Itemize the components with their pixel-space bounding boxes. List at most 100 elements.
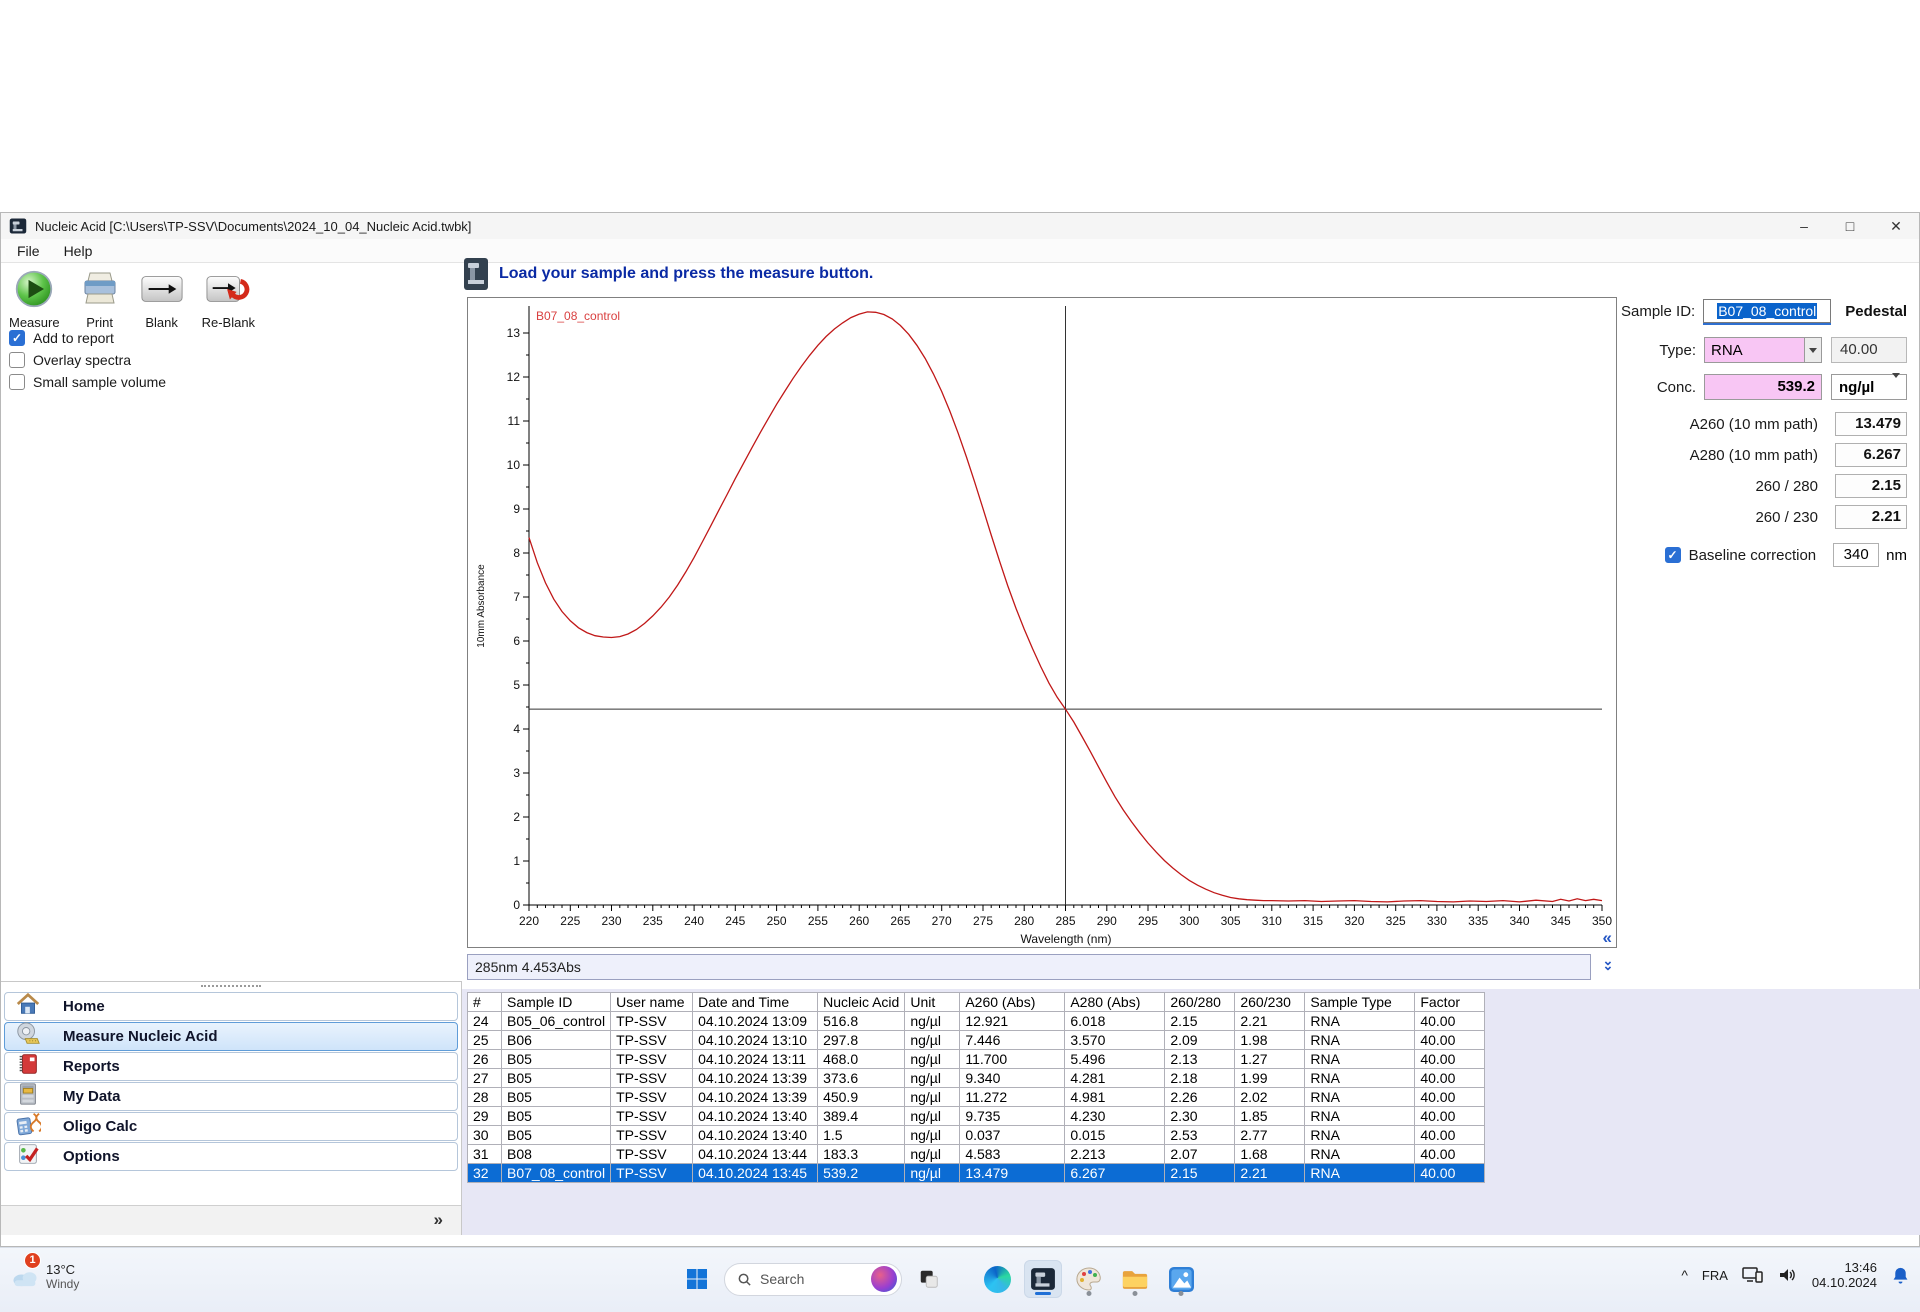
table-row[interactable]: 28 B05 TP-SSV 04.10.2024 13:39 450.9 ng/µl 11.… bbox=[467, 1087, 1486, 1107]
column-header[interactable]: 260/280 bbox=[1164, 992, 1236, 1012]
measure-button[interactable]: Measure bbox=[5, 267, 64, 332]
baseline-wavelength-input[interactable]: 340 bbox=[1833, 543, 1880, 567]
blank-button[interactable]: Blank bbox=[136, 267, 188, 332]
taskbar-app-paint[interactable] bbox=[1070, 1260, 1108, 1298]
search-input[interactable]: Search bbox=[724, 1262, 902, 1296]
table-cell: RNA bbox=[1304, 1087, 1416, 1107]
chart-collapse-icon[interactable]: « bbox=[1603, 929, 1612, 946]
svg-text:260: 260 bbox=[849, 914, 869, 928]
measurement-field-row: A260 (10 mm path) 13.479 bbox=[1621, 412, 1920, 436]
measurement-field-row: 260 / 230 2.21 bbox=[1621, 505, 1920, 529]
add-to-report-checkbox[interactable]: ✓ Add to report bbox=[9, 329, 166, 346]
table-header-row: # Sample ID User name Date and Time Nucleic … bbox=[467, 992, 1486, 1012]
table-row[interactable]: 24 B05_06_control TP-SSV 04.10.2024 13:09 51… bbox=[467, 1011, 1486, 1031]
table-row[interactable]: 25 B06 TP-SSV 04.10.2024 13:10 297.8 ng/µl 7.4… bbox=[467, 1030, 1486, 1050]
column-header[interactable]: # bbox=[467, 992, 502, 1012]
column-header[interactable]: User name bbox=[610, 992, 694, 1012]
tray-chevron-icon[interactable]: ^ bbox=[1681, 1267, 1688, 1283]
table-row[interactable]: 29 B05 TP-SSV 04.10.2024 13:40 389.4 ng/µl 9.7… bbox=[467, 1106, 1486, 1126]
column-header[interactable]: Factor bbox=[1414, 992, 1486, 1012]
print-button[interactable]: Print bbox=[74, 267, 126, 332]
sidebar-item-label: My Data bbox=[63, 1088, 121, 1105]
table-row[interactable]: 31 B08 TP-SSV 04.10.2024 13:44 183.3 ng/µl 4.5… bbox=[467, 1144, 1486, 1164]
language-indicator[interactable]: FRA bbox=[1702, 1268, 1728, 1283]
maximize-button[interactable]: □ bbox=[1827, 213, 1873, 239]
small-sample-volume-checkbox[interactable]: Small sample volume bbox=[9, 373, 166, 390]
type-select[interactable]: RNA bbox=[1704, 337, 1822, 363]
unit-dropdown-icon[interactable] bbox=[1892, 373, 1906, 396]
sidebar-item-home[interactable]: Home bbox=[4, 992, 458, 1021]
taskbar-app-photos[interactable] bbox=[1162, 1260, 1200, 1298]
svg-text:305: 305 bbox=[1221, 914, 1241, 928]
column-header[interactable]: 260/230 bbox=[1234, 992, 1306, 1012]
sidebar-item-label: Options bbox=[63, 1148, 120, 1165]
close-button[interactable]: ✕ bbox=[1873, 213, 1919, 239]
sidebar-splitter-handle[interactable] bbox=[201, 985, 261, 989]
table-row[interactable]: 30 B05 TP-SSV 04.10.2024 13:40 1.5 ng/µl 0.037… bbox=[467, 1125, 1486, 1145]
sidebar-item-my-data[interactable]: My Data bbox=[4, 1082, 458, 1111]
table-cell: 389.4 bbox=[817, 1106, 906, 1126]
table-cell: 30 bbox=[467, 1125, 502, 1145]
spectrum-chart[interactable]: 220 225 230 235 240 245 250 255 260 265 270 275 280 2… bbox=[467, 297, 1617, 948]
sidebar-item-options[interactable]: Options bbox=[4, 1142, 458, 1171]
field-label: 260 / 280 bbox=[1755, 477, 1818, 495]
checkbox-box[interactable] bbox=[9, 373, 25, 390]
minimize-button[interactable]: – bbox=[1781, 213, 1827, 239]
table-cell: 32 bbox=[467, 1163, 502, 1183]
spectrum-plot[interactable]: 220 225 230 235 240 245 250 255 260 265 270 275 280 2… bbox=[468, 298, 1616, 947]
readout-expand-icon[interactable]: ⌄ ⌄ bbox=[1598, 954, 1618, 980]
column-header[interactable]: Sample ID bbox=[500, 992, 612, 1012]
column-header[interactable]: A280 (Abs) bbox=[1064, 992, 1166, 1012]
checkbox-box[interactable]: ✓ bbox=[9, 329, 25, 346]
checkbox-box[interactable] bbox=[9, 351, 25, 368]
svg-text:250: 250 bbox=[767, 914, 787, 928]
re-blank-button[interactable]: Re-Blank bbox=[198, 267, 259, 332]
column-header[interactable]: Unit bbox=[904, 992, 961, 1012]
clock[interactable]: 13:46 04.10.2024 bbox=[1812, 1260, 1877, 1290]
sidebar-expand-icon[interactable]: » bbox=[434, 1210, 443, 1230]
table-cell: 450.9 bbox=[817, 1087, 906, 1107]
table-cell: RNA bbox=[1304, 1125, 1416, 1145]
sidebar-item-label: Reports bbox=[63, 1058, 120, 1075]
svg-text:285: 285 bbox=[1055, 914, 1075, 928]
search-highlight-image[interactable] bbox=[871, 1266, 897, 1292]
search-icon bbox=[738, 1273, 751, 1286]
table-cell: 04.10.2024 13:40 bbox=[692, 1106, 819, 1126]
sample-id-input[interactable]: B07_08_control bbox=[1703, 299, 1832, 323]
table-cell: 04.10.2024 13:09 bbox=[692, 1011, 819, 1031]
type-dropdown-icon[interactable] bbox=[1804, 338, 1821, 362]
overlay-spectra-checkbox[interactable]: Overlay spectra bbox=[9, 351, 166, 368]
baseline-checkbox[interactable]: ✓ bbox=[1664, 547, 1681, 563]
task-view-button[interactable] bbox=[910, 1260, 948, 1298]
notification-bell-icon[interactable] bbox=[1891, 1266, 1910, 1285]
table-cell: 29 bbox=[467, 1106, 502, 1126]
table-row[interactable]: 32 B07_08_control TP-SSV 04.10.2024 13:45 53… bbox=[467, 1163, 1486, 1183]
start-button[interactable] bbox=[678, 1260, 716, 1298]
table-row[interactable]: 27 B05 TP-SSV 04.10.2024 13:39 373.6 ng/µl 9.3… bbox=[467, 1068, 1486, 1088]
table-cell: 539.2 bbox=[817, 1163, 906, 1183]
weather-widget[interactable]: 1 13°C Windy bbox=[10, 1252, 79, 1291]
sidebar-item-reports[interactable]: Reports bbox=[4, 1052, 458, 1081]
volume-icon[interactable] bbox=[1778, 1267, 1798, 1283]
column-header[interactable]: A260 (Abs) bbox=[959, 992, 1066, 1012]
column-header[interactable]: Sample Type bbox=[1304, 992, 1416, 1012]
table-cell: 04.10.2024 13:45 bbox=[692, 1163, 819, 1183]
taskbar-app-file-explorer[interactable] bbox=[1116, 1260, 1154, 1298]
taskbar-app-edge[interactable] bbox=[978, 1260, 1016, 1298]
table-cell: 9.735 bbox=[959, 1106, 1066, 1126]
table-cell: 40.00 bbox=[1414, 1049, 1486, 1069]
sidebar-item-oligo-calc[interactable]: Oligo Calc bbox=[4, 1112, 458, 1141]
sidebar-item-measure-nucleic-acid[interactable]: Measure Nucleic Acid bbox=[4, 1022, 458, 1051]
network-icon[interactable] bbox=[1742, 1266, 1764, 1284]
menu-file[interactable]: File bbox=[17, 243, 40, 259]
column-header[interactable]: Date and Time bbox=[692, 992, 819, 1012]
table-cell: 1.27 bbox=[1234, 1049, 1306, 1069]
column-header[interactable]: Nucleic Acid bbox=[817, 992, 906, 1012]
taskbar-app-nanodrop[interactable] bbox=[1024, 1260, 1062, 1298]
table-cell: 0.015 bbox=[1064, 1125, 1166, 1145]
table-row[interactable]: 26 B05 TP-SSV 04.10.2024 13:11 468.0 ng/µl 11.… bbox=[467, 1049, 1486, 1069]
menu-help[interactable]: Help bbox=[64, 243, 93, 259]
table-cell: 27 bbox=[467, 1068, 502, 1088]
conc-unit-select[interactable]: ng/µl bbox=[1831, 373, 1907, 400]
pedestal-label: Pedestal bbox=[1845, 302, 1907, 320]
